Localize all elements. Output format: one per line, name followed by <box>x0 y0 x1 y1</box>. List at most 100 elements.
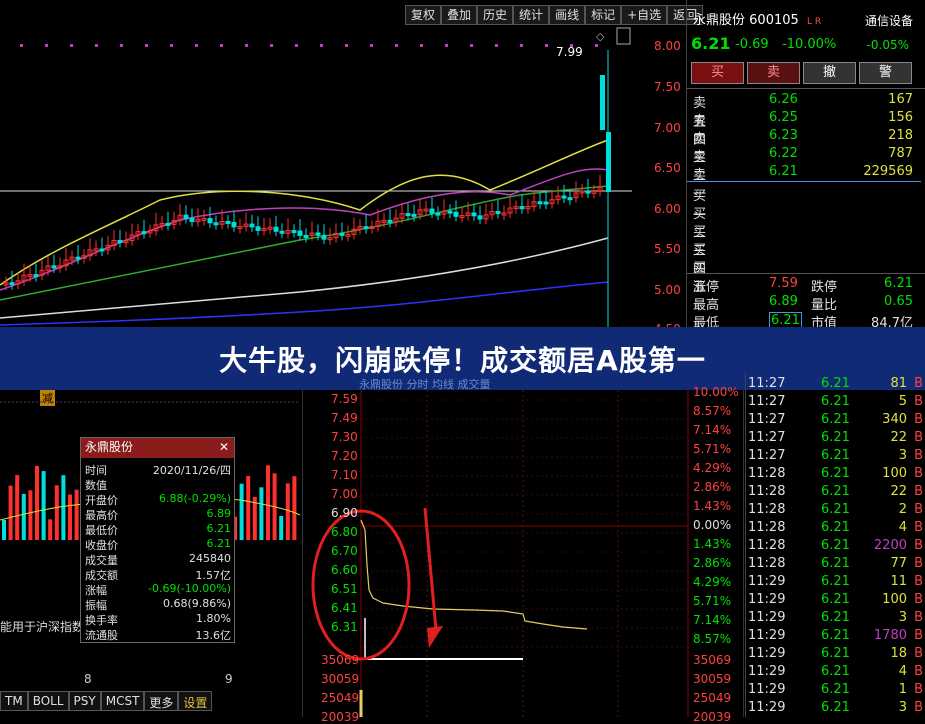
popup-row: 流通股 13.6亿 <box>81 627 234 642</box>
tick-price: 6.21 <box>821 502 850 517</box>
stock-flags: L R <box>806 17 822 27</box>
tick-row: 11:29 6.21 1780 B <box>745 628 925 646</box>
candle-body <box>447 210 453 214</box>
cancel-order-button[interactable]: 撤 <box>803 62 856 84</box>
tab-settings[interactable]: 设置 <box>178 691 213 711</box>
intraday-volume-tick: 35069 <box>693 653 732 667</box>
intraday-volume-tick: 25049 <box>321 691 360 705</box>
tick-row: 11:28 6.21 2200 B <box>745 538 925 556</box>
tick-row: 11:27 6.21 3 B <box>745 448 925 466</box>
candle-body <box>519 206 525 210</box>
popup-value: 13.6亿 <box>195 629 232 642</box>
ask-price: 6.25 <box>769 110 798 125</box>
indicator-bar <box>15 475 20 540</box>
tick-row: 11:28 6.21 4 B <box>745 520 925 538</box>
history-button[interactable]: 历史 <box>477 5 514 25</box>
indicator-bar <box>21 493 26 540</box>
intraday-volume-tick: 20039 <box>321 710 360 724</box>
stock-title: 永鼎股份 600105 L R <box>693 9 821 28</box>
indicator-bar <box>259 487 264 540</box>
tick-time: 11:28 <box>748 538 786 553</box>
kline-chart[interactable]: 7.99 ◇ 8.00 7.50 7.00 6.50 6.00 5.50 5.0… <box>0 0 686 336</box>
tick-price: 6.21 <box>821 448 850 463</box>
tab-mcst[interactable]: MCST <box>100 691 145 711</box>
intraday-canvas <box>311 390 689 717</box>
tab-psy[interactable]: PSY <box>68 691 101 711</box>
price-change: -0.69 <box>735 37 769 52</box>
tick-price: 6.21 <box>821 466 850 481</box>
add-watchlist-button[interactable]: +自选 <box>621 5 668 25</box>
intraday-price-tick: 6.41 <box>331 601 358 615</box>
tick-price: 6.21 <box>821 556 850 571</box>
intraday-volume-tick: 30059 <box>321 672 360 686</box>
overlay-button[interactable]: 叠加 <box>441 5 478 25</box>
intraday-price-tick: 6.51 <box>331 582 358 596</box>
statistics-button[interactable]: 统计 <box>513 5 550 25</box>
stat-value: 6.21 <box>884 276 913 291</box>
sell-button[interactable]: 卖 <box>747 62 800 84</box>
signal-dot <box>345 44 348 47</box>
tick-price: 6.21 <box>821 628 850 643</box>
signal-dot <box>170 44 173 47</box>
signal-dot <box>545 44 548 47</box>
popup-row: 换手率 1.80% <box>81 612 234 627</box>
tick-time: 11:29 <box>748 664 786 679</box>
tick-time: 11:29 <box>748 646 786 661</box>
tick-volume: 22 <box>890 430 907 445</box>
popup-title: 永鼎股份 <box>85 440 134 454</box>
sector-name[interactable]: 通信设备 <box>865 12 913 29</box>
chart-scroll-box[interactable] <box>616 27 631 45</box>
indicator-bar <box>266 465 270 540</box>
indicator-bar <box>8 485 13 540</box>
ask-volume: 156 <box>888 110 913 125</box>
tick-row: 11:28 6.21 100 B <box>745 466 925 484</box>
tick-row: 11:28 6.21 22 B <box>745 484 925 502</box>
candle-body <box>411 213 417 217</box>
candle-body <box>543 201 549 205</box>
tick-row: 11:27 6.21 5 B <box>745 394 925 412</box>
restore-rights-button[interactable]: 复权 <box>405 5 442 25</box>
tick-price: 6.21 <box>821 538 850 553</box>
kline-canvas <box>0 27 632 330</box>
buy-button[interactable]: 买 <box>691 62 744 84</box>
popup-key: 换手率 <box>85 614 118 627</box>
intraday-price-tick: 6.70 <box>331 544 358 558</box>
signal-dot <box>295 44 298 47</box>
ma-line-blue <box>0 281 609 326</box>
peak-marker-icon: ◇ <box>596 30 605 43</box>
tab-more[interactable]: 更多 <box>144 691 179 711</box>
mark-button[interactable]: 标记 <box>585 5 622 25</box>
tab-tm[interactable]: TM <box>0 691 28 711</box>
intraday-chart[interactable]: 永鼎股份 分时 均线 成交量 7.59 7.49 7.30 7.20 7.10 7.00 6… <box>302 378 744 724</box>
stat-value: 0.65 <box>884 294 913 309</box>
price-tick: 6.50 <box>654 161 681 175</box>
intraday-pct-tick: 7.14% <box>693 613 732 627</box>
intraday-volume-tick: 30059 <box>693 672 732 686</box>
tab-boll[interactable]: BOLL <box>27 691 69 711</box>
popup-key: 涨幅 <box>85 584 107 597</box>
tick-time: 11:28 <box>748 556 786 571</box>
ma-line-yellow <box>0 139 609 286</box>
close-icon[interactable]: ✕ <box>219 438 229 457</box>
popup-key: 时间 <box>85 464 107 477</box>
popup-value: 6.21 <box>206 522 232 535</box>
alert-button[interactable]: 警 <box>859 62 912 84</box>
tick-volume: 81 <box>890 376 907 391</box>
intraday-pct-tick: 2.86% <box>693 480 732 494</box>
candle-body <box>255 226 261 231</box>
indicator-bar <box>279 515 284 540</box>
indicator-bar <box>239 483 244 540</box>
draw-line-button[interactable]: 画线 <box>549 5 586 25</box>
stock-name: 永鼎股份 <box>693 13 746 28</box>
candle-body <box>321 234 327 240</box>
indicator-bar <box>285 483 290 540</box>
indicator-bar <box>2 520 6 540</box>
indicator-tabs: TM BOLL PSY MCST 更多 设置 <box>0 691 213 713</box>
tick-price: 6.21 <box>821 664 850 679</box>
candle-body <box>405 213 411 217</box>
tick-volume: 3 <box>898 448 907 463</box>
tick-row: 11:29 6.21 11 B <box>745 574 925 592</box>
tick-direction: B <box>914 502 923 517</box>
tick-list[interactable]: 11:27 6.21 81 B 11:27 6.21 5 B 11:27 6.21 … <box>745 373 925 717</box>
orderbook-divider <box>687 181 921 182</box>
